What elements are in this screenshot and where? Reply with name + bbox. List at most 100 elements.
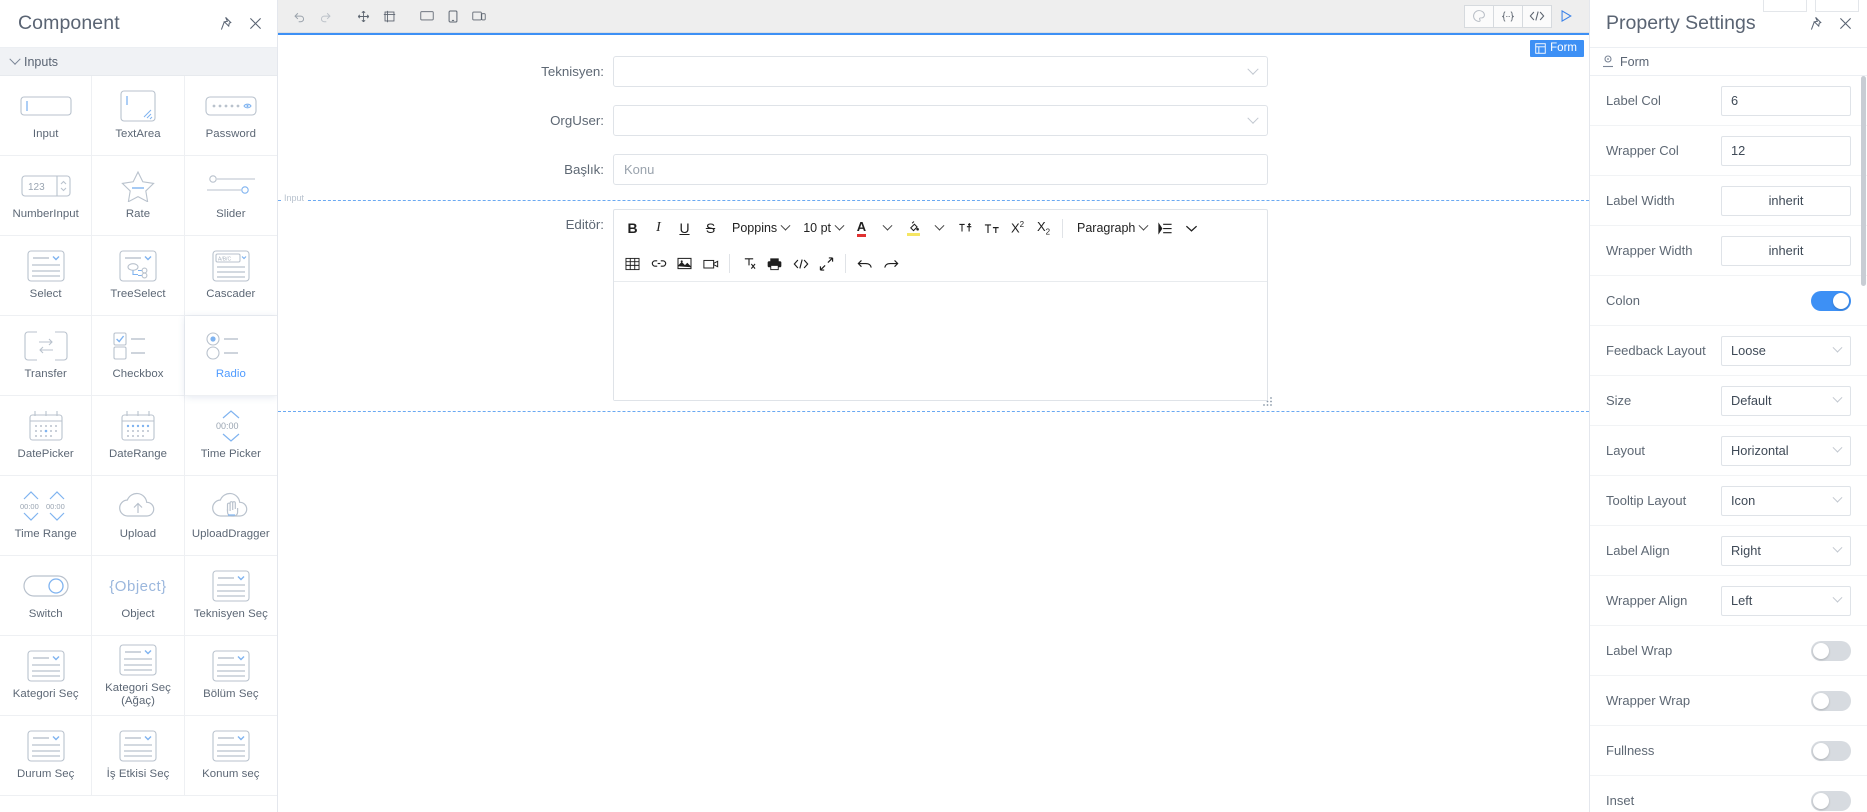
component-item-rate[interactable]: Rate [92,156,185,236]
property-select-size[interactable]: Default [1721,385,1851,416]
property-select-tooltip-layout[interactable]: Icon [1721,485,1851,516]
table-icon[interactable] [620,251,645,277]
component-item-konum-se[interactable]: Konum seç [184,716,277,796]
component-item-i-etkisi-se[interactable]: İş Etkisi Seç [92,716,185,796]
property-select-layout[interactable]: Horizontal [1721,435,1851,466]
video-icon[interactable] [698,251,723,277]
italic-icon[interactable]: I [646,215,671,241]
component-item-input[interactable]: Input [0,76,93,156]
tablet-view-icon[interactable] [466,5,492,27]
superscript-icon[interactable]: X2 [1005,215,1030,241]
component-item-datepicker[interactable]: DatePicker [0,396,93,476]
property-input-wrapper-width[interactable]: inherit [1721,235,1851,266]
underline-icon[interactable]: U [672,215,697,241]
redo-icon[interactable] [878,251,903,277]
image-icon[interactable] [672,251,697,277]
orguser-select[interactable] [613,105,1268,136]
component-item-slider[interactable]: Slider [184,156,277,236]
property-toggle-colon[interactable] [1811,290,1851,311]
editor-content-area[interactable] [614,282,1267,400]
indent-icon[interactable] [1153,215,1178,241]
component-item-object[interactable]: {Object} Object [92,556,185,636]
component-item-numberinput[interactable]: 123 NumberInput [0,156,93,236]
theme-palette-icon[interactable] [1464,4,1494,28]
component-item-checkbox[interactable]: Checkbox [92,316,185,396]
link-icon[interactable] [646,251,671,277]
component-grid: Input TextArea Password 123 NumberInput Rate S… [0,76,277,812]
text-color-icon[interactable]: A [849,215,874,241]
property-toggle-label-wrap[interactable] [1811,640,1851,661]
close-icon[interactable] [1838,16,1853,31]
pin-icon[interactable] [1810,16,1825,31]
component-item-radio[interactable]: Radio [184,316,277,396]
property-toggle-inset[interactable] [1811,790,1851,811]
mobile-view-icon[interactable] [440,5,466,27]
select-dropdown-icon [203,569,259,603]
property-select-label-align[interactable]: Right [1721,535,1851,566]
property-input-label-col[interactable]: 6 [1721,85,1851,116]
property-input-wrapper-col[interactable]: 12 [1721,135,1851,166]
resize-handle-icon[interactable] [1263,396,1273,406]
pin-icon[interactable] [220,16,235,31]
paragraph-dropdown[interactable]: Paragraph [1069,215,1152,241]
component-item-time-picker[interactable]: 00:00 Time Picker [184,396,277,476]
property-input-label-width[interactable]: inherit [1721,185,1851,216]
component-item-b-l-m-se[interactable]: Bölüm Seç [184,636,277,716]
font-case-icon[interactable] [979,215,1004,241]
component-item-kategori-se-a-a[interactable]: Kategori Seç (Ağaç) [92,636,185,716]
property-label-size: Size [1606,393,1632,408]
clear-format-icon[interactable] [736,251,761,277]
time-picker-icon: 00:00 [203,409,259,443]
property-panel-scrollbar[interactable] [1861,76,1866,286]
component-item-cascader[interactable]: A/B/C Cascader [184,236,277,316]
property-toggle-fullness[interactable] [1811,740,1851,761]
highlight-color-icon[interactable] [901,215,926,241]
move-icon[interactable] [350,5,376,27]
property-toggle-wrapper-wrap[interactable] [1811,690,1851,711]
preview-play-icon[interactable] [1551,5,1581,28]
form-canvas[interactable]: Form Teknisyen: OrgUser: Başlık: Konu In… [278,33,1589,812]
component-group-inputs[interactable]: Inputs [0,48,277,76]
component-item-uploaddragger[interactable]: UploadDragger [184,476,277,556]
property-select-wrapper-align[interactable]: Left [1721,585,1851,616]
form-node-badge[interactable]: Form [1530,40,1584,57]
strikethrough-icon[interactable]: S [698,215,723,241]
component-item-switch[interactable]: Switch [0,556,93,636]
undo-icon[interactable] [852,251,877,277]
redo-icon[interactable] [312,5,338,27]
code-icon[interactable] [1522,4,1552,28]
rich-text-editor[interactable]: B I U S Poppins 10 pt A X2 X2 Paragraph [613,209,1272,406]
component-item-durum-se[interactable]: Durum Seç [0,716,93,796]
font-family-dropdown[interactable]: Poppins [724,215,794,241]
component-item-upload[interactable]: Upload [92,476,185,556]
subscript-icon[interactable]: X2 [1031,215,1056,241]
component-item-textarea[interactable]: TextArea [92,76,185,156]
component-item-transfer[interactable]: Transfer [0,316,93,396]
component-item-treeselect[interactable]: TreeSelect [92,236,185,316]
source-code-icon[interactable] [788,251,813,277]
print-icon[interactable] [762,251,787,277]
line-height-icon[interactable] [953,215,978,241]
teknisyen-select[interactable] [613,56,1268,87]
component-item-password[interactable]: Password [184,76,277,156]
desktop-view-icon[interactable] [414,5,440,27]
json-braces-icon[interactable] [1493,4,1523,28]
font-size-dropdown[interactable]: 10 pt [795,215,848,241]
close-icon[interactable] [248,16,263,31]
component-item-time-range[interactable]: 00:00 00:00 Time Range [0,476,93,556]
calendar-range-icon [110,409,166,443]
component-item-kategori-se[interactable]: Kategori Seç [0,636,93,716]
fullscreen-icon[interactable] [814,251,839,277]
component-item-daterange[interactable]: DateRange [92,396,185,476]
highlight-color-dropdown-icon[interactable] [927,215,952,241]
component-item-teknisyen-se[interactable]: Teknisyen Seç [184,556,277,636]
baslik-input[interactable]: Konu [613,154,1268,185]
bold-icon[interactable]: B [620,215,645,241]
selected-component-band[interactable]: Input Editör: B I U S Poppins 10 pt A X2… [278,193,1589,412]
text-color-dropdown-icon[interactable] [875,215,900,241]
property-select-feedback-layout[interactable]: Loose [1721,335,1851,366]
component-item-select[interactable]: Select [0,236,93,316]
undo-icon[interactable] [286,5,312,27]
frame-icon[interactable] [376,5,402,27]
more-options-icon[interactable] [1179,215,1204,241]
